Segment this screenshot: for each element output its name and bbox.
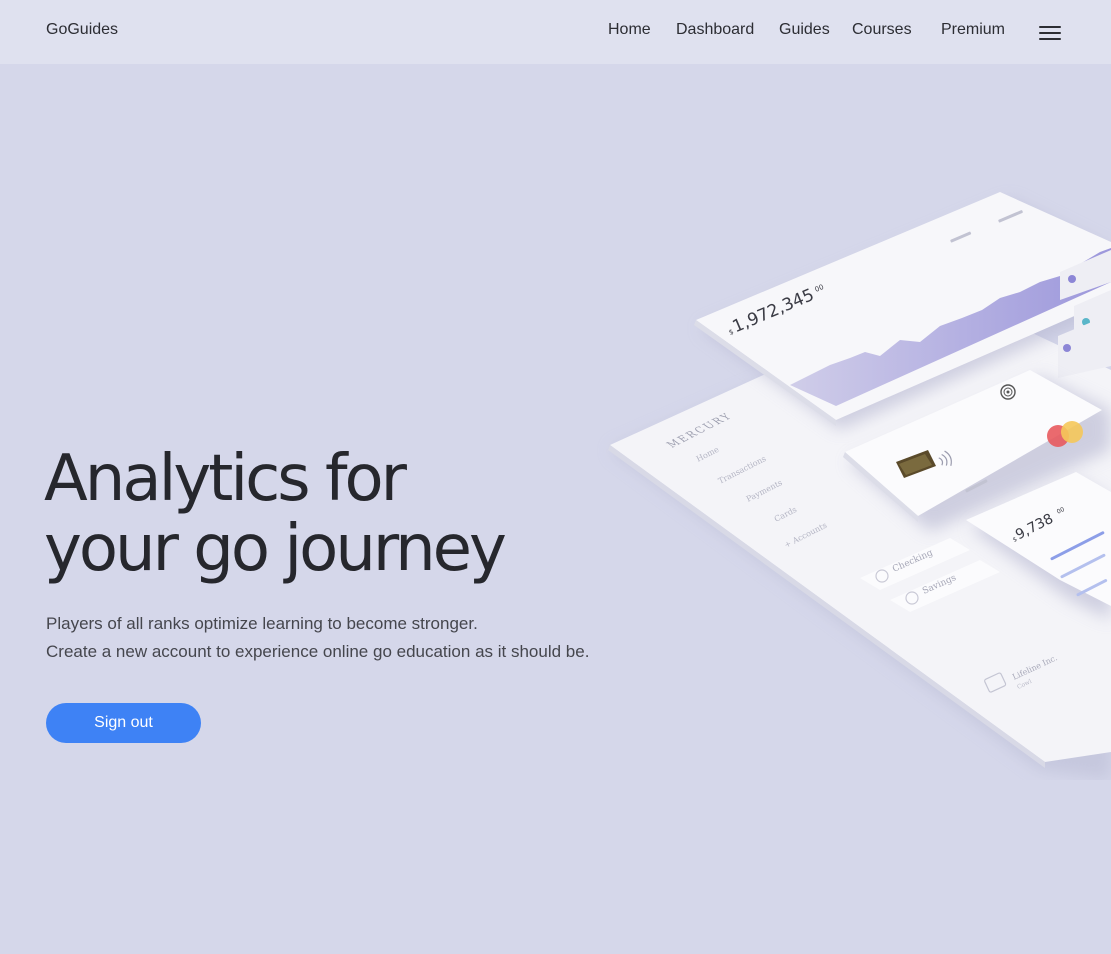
hero-subtitle: Players of all ranks optimize learning t… bbox=[46, 610, 589, 666]
hero-subtitle-line-1: Players of all ranks optimize learning t… bbox=[46, 614, 478, 633]
mini-card-avatar bbox=[1068, 275, 1076, 283]
hero-subtitle-line-2: Create a new account to experience onlin… bbox=[46, 642, 590, 661]
nav-guides-link[interactable]: Guides bbox=[779, 21, 830, 39]
menu-bar bbox=[1039, 26, 1061, 28]
hero-title-line-2: your go journey bbox=[44, 512, 507, 586]
hero-title-line-1: Analytics for bbox=[44, 442, 407, 516]
sign-out-button[interactable]: Sign out bbox=[46, 703, 201, 743]
top-navbar: GoGuides Home Dashboard Guides Courses P… bbox=[0, 0, 1111, 64]
hero-title: Analytics for your go journey bbox=[44, 442, 507, 586]
hamburger-menu-icon[interactable] bbox=[1037, 24, 1063, 42]
hero-illustration: MERCURY Home Transactions Payments Cards… bbox=[590, 180, 1111, 780]
menu-bar bbox=[1039, 38, 1061, 40]
isometric-dashboard-graphic: MERCURY Home Transactions Payments Cards… bbox=[608, 192, 1111, 780]
brand-logo[interactable]: GoGuides bbox=[46, 21, 118, 39]
landing-page: GoGuides Home Dashboard Guides Courses P… bbox=[0, 0, 1111, 954]
nav-courses-link[interactable]: Courses bbox=[852, 21, 912, 39]
nav-premium-link[interactable]: Premium bbox=[941, 21, 1005, 39]
menu-bar bbox=[1039, 32, 1061, 34]
nav-dashboard-link[interactable]: Dashboard bbox=[676, 21, 754, 39]
nav-home-link[interactable]: Home bbox=[608, 21, 651, 39]
